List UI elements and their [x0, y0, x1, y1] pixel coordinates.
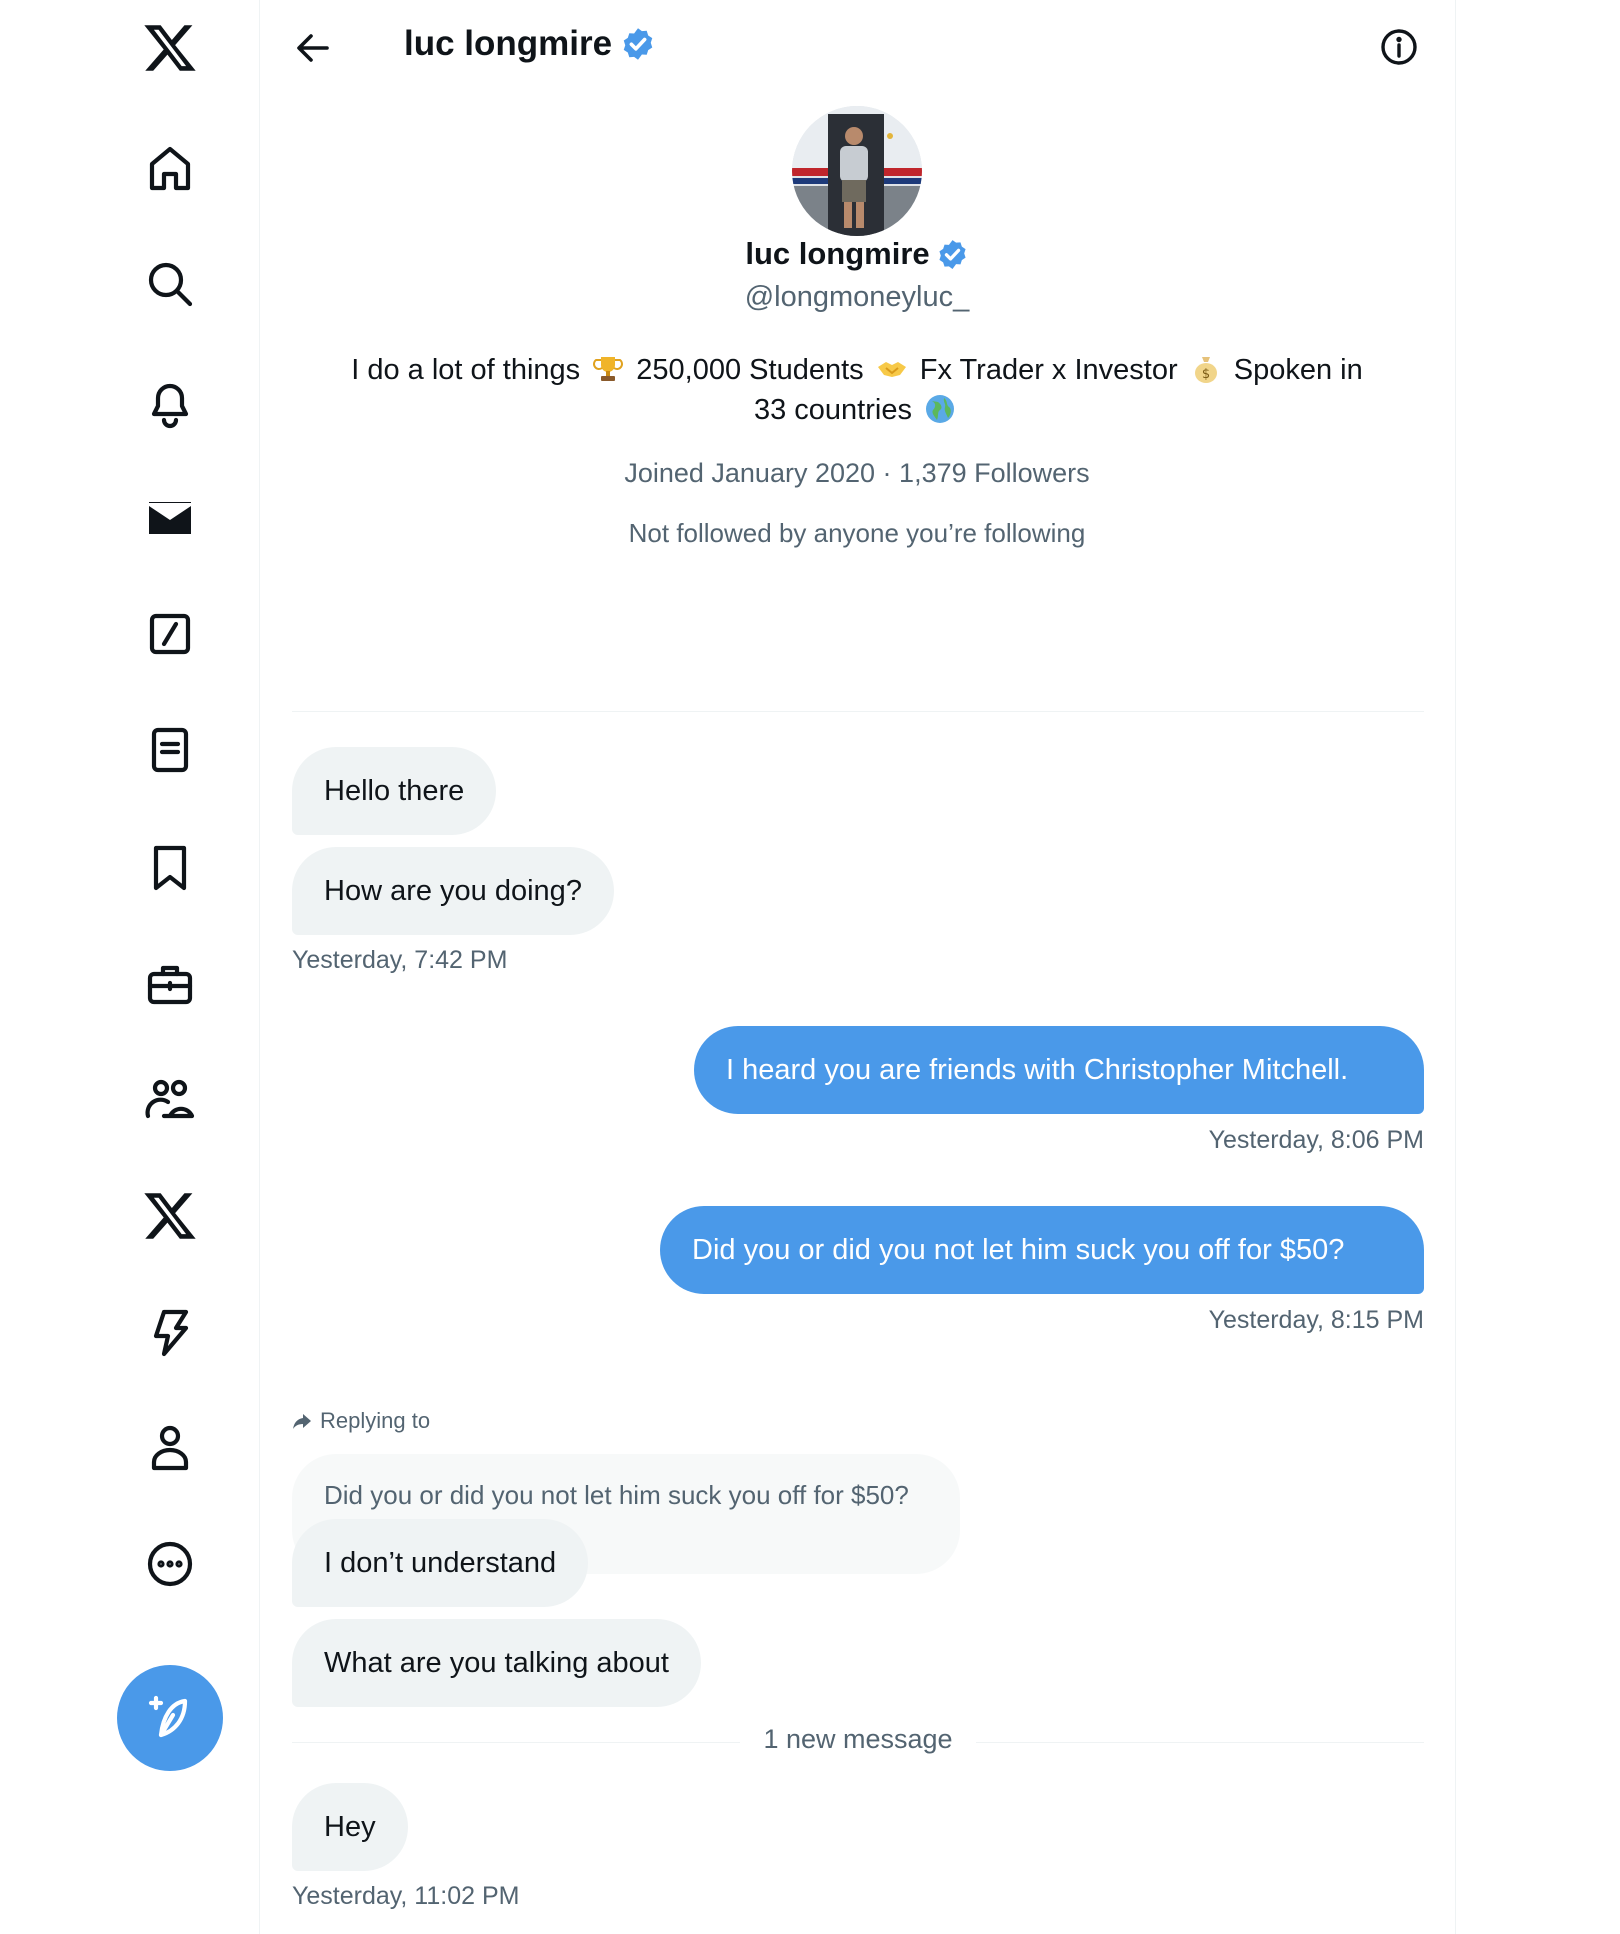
- verified-orgs-icon[interactable]: [120, 1282, 220, 1382]
- search-icon[interactable]: [120, 234, 220, 334]
- message-bubble[interactable]: What are you talking about: [292, 1619, 701, 1707]
- home-icon[interactable]: [120, 118, 220, 218]
- profile-name[interactable]: luc longmire: [292, 236, 1422, 272]
- conversation-info-button[interactable]: [1374, 22, 1424, 72]
- globe-icon: [924, 393, 956, 425]
- header-title: luc longmire: [404, 24, 613, 63]
- conversation-header: luc longmire: [404, 24, 656, 64]
- message-text: I don’t understand: [324, 1547, 557, 1579]
- quoted-text: Did you or did you not let him suck you …: [324, 1480, 909, 1510]
- profile-handle[interactable]: @longmoneyluc_: [292, 281, 1422, 314]
- bell-icon[interactable]: [120, 352, 220, 452]
- message-bubble[interactable]: How are you doing?: [292, 847, 614, 935]
- x-logo-icon[interactable]: [120, 0, 220, 98]
- joined-date: Joined January 2020: [624, 458, 876, 488]
- message-text: Did you or did you not let him suck you …: [692, 1234, 1345, 1266]
- communities-icon[interactable]: [120, 1050, 220, 1150]
- verified-badge-icon: [936, 238, 969, 271]
- message-bubble[interactable]: Hello there: [292, 747, 497, 835]
- reply-label: Replying to: [320, 1408, 431, 1433]
- message-text: Hey: [324, 1811, 376, 1843]
- followers-count[interactable]: 1,379 Followers: [899, 458, 1090, 488]
- message-bubble[interactable]: Did you or did you not let him suck you …: [660, 1206, 1424, 1294]
- sidebar-nav: [0, 0, 260, 1934]
- message-timestamp: Yesterday, 8:06 PM: [1208, 1126, 1424, 1154]
- info-icon: [1381, 29, 1417, 65]
- more-icon[interactable]: [120, 1514, 220, 1614]
- profile-name-text: luc longmire: [745, 236, 930, 271]
- profile-icon[interactable]: [120, 1398, 220, 1498]
- arrow-left-icon: [297, 34, 329, 62]
- compose-icon: [148, 1695, 188, 1738]
- message-text: How are you doing?: [324, 875, 582, 907]
- bio-text: 250,000 Students: [636, 354, 864, 386]
- message-timestamp: Yesterday, 8:15 PM: [1208, 1306, 1424, 1334]
- compose-button[interactable]: [117, 1665, 223, 1771]
- bio-text: 33 countries: [753, 394, 912, 426]
- message-timestamp: Yesterday, 11:02 PM: [292, 1882, 520, 1910]
- reply-arrow-icon: [293, 1414, 311, 1429]
- message-text: I heard you are friends with Christopher…: [726, 1054, 1349, 1086]
- followed-by-text: Not followed by anyone you’re following: [628, 518, 1086, 548]
- message-bubble[interactable]: I don’t understand: [292, 1519, 589, 1607]
- message-text: What are you talking about: [324, 1647, 669, 1679]
- svg-text:$: $: [1202, 367, 1210, 382]
- back-button[interactable]: [285, 20, 341, 76]
- message-text: Hello there: [324, 775, 465, 807]
- handshake-icon: [876, 353, 908, 385]
- left-divider: [259, 0, 260, 1934]
- grok-icon[interactable]: [120, 584, 220, 684]
- profile-bio: I do a lot of things 250,000 Students Fx…: [292, 350, 1422, 430]
- avatar[interactable]: [792, 106, 922, 236]
- money-bag-icon: $: [1190, 353, 1222, 385]
- bio-text: I do a lot of things: [351, 354, 581, 386]
- trophy-icon: [592, 353, 624, 385]
- x-premium-icon[interactable]: [120, 1166, 220, 1266]
- meta-separator: ·: [882, 458, 892, 488]
- message-bubble[interactable]: Hey: [292, 1783, 408, 1871]
- message-bubble[interactable]: I heard you are friends with Christopher…: [694, 1026, 1424, 1114]
- profile-divider: [292, 711, 1424, 712]
- lists-icon[interactable]: [120, 700, 220, 800]
- briefcase-icon[interactable]: [120, 934, 220, 1034]
- new-message-label: 1 new message: [740, 1724, 976, 1755]
- message-timestamp: Yesterday, 7:42 PM: [292, 946, 508, 974]
- bio-text: Fx Trader x Investor: [919, 354, 1178, 386]
- bio-text: Spoken in: [1233, 354, 1363, 386]
- profile-meta: Joined January 2020 · 1,379 Followers: [292, 458, 1422, 489]
- verified-badge-icon: [620, 26, 656, 62]
- reply-context: Replying to: [292, 1408, 430, 1434]
- bookmark-icon[interactable]: [120, 818, 220, 918]
- mail-icon[interactable]: [120, 468, 220, 568]
- right-divider: [1455, 0, 1456, 1934]
